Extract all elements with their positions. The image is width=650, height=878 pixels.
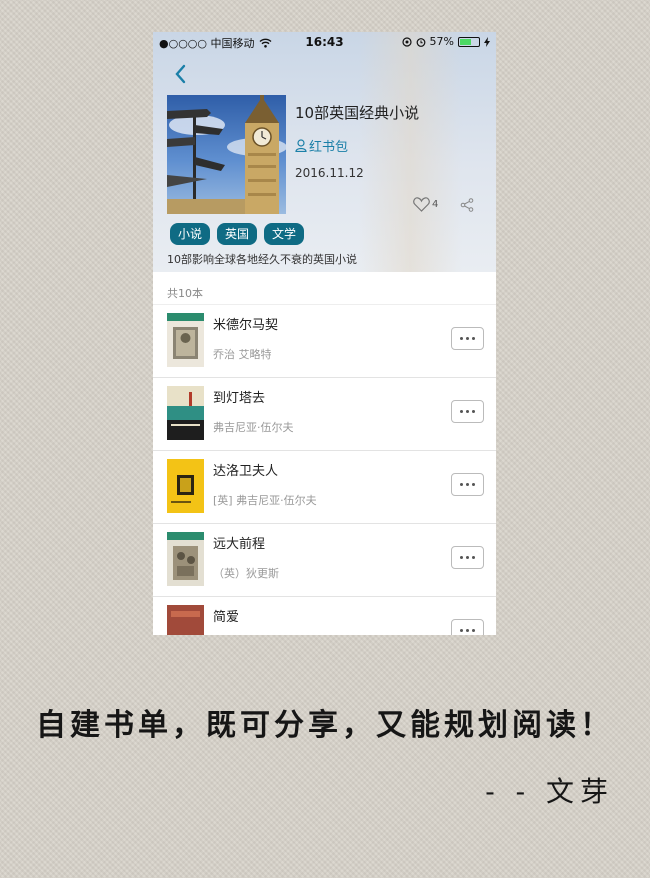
more-dot-icon: [466, 556, 469, 559]
tag-literature[interactable]: 文学: [264, 223, 305, 245]
more-dot-icon: [472, 483, 475, 486]
like-button[interactable]: 4: [413, 197, 438, 212]
phone-screen: ●○○○○ 中国移动 16:43 57% 10部英国经典小说 红书包 2016.…: [153, 32, 496, 635]
more-options-button[interactable]: [451, 327, 484, 350]
promo-caption: 自建书单，既可分享，又能规划阅读！: [36, 708, 614, 743]
booklist-cover-image: [167, 95, 286, 214]
battery-percent: 57%: [429, 35, 454, 48]
more-dot-icon: [460, 483, 463, 486]
book-list: 米德尔马契 乔治 艾略特 到灯塔去 弗吉尼亚·伍尔夫 达洛卫夫人 [英] 弗吉尼…: [153, 305, 496, 635]
tag-list: 小说 英国 文学: [170, 223, 305, 245]
list-item[interactable]: 达洛卫夫人 [英] 弗吉尼亚·伍尔夫: [153, 451, 496, 524]
list-item[interactable]: 远大前程 （英）狄更斯: [153, 524, 496, 597]
status-bar: ●○○○○ 中国移动 16:43 57%: [153, 32, 496, 52]
more-options-button[interactable]: [451, 473, 484, 496]
more-dot-icon: [472, 337, 475, 340]
list-item[interactable]: 米德尔马契 乔治 艾略特: [153, 305, 496, 378]
heart-icon: [413, 197, 430, 212]
more-dot-icon: [460, 629, 463, 632]
more-dot-icon: [472, 629, 475, 632]
book-count: 共10本: [167, 287, 203, 300]
book-cover: [167, 313, 204, 367]
charging-icon: [484, 36, 490, 47]
created-date: 2016.11.12: [295, 166, 364, 180]
book-author: 弗吉尼亚·伍尔夫: [213, 421, 294, 434]
more-options-button[interactable]: [451, 619, 484, 635]
more-dot-icon: [466, 629, 469, 632]
tag-britain[interactable]: 英国: [217, 223, 258, 245]
book-title: 达洛卫夫人: [213, 464, 279, 479]
more-dot-icon: [466, 337, 469, 340]
more-options-button[interactable]: [451, 546, 484, 569]
book-count-bar: 共10本: [153, 278, 496, 305]
share-icon: [460, 198, 474, 212]
like-count: 4: [432, 199, 439, 210]
book-cover: [167, 386, 204, 440]
status-bar-right: 57%: [401, 35, 490, 48]
list-item[interactable]: 到灯塔去 弗吉尼亚·伍尔夫: [153, 378, 496, 451]
book-author: 乔治 艾略特: [213, 348, 272, 361]
chevron-left-icon: [175, 64, 186, 84]
more-dot-icon: [472, 410, 475, 413]
promo-signature: - - 文芽: [485, 775, 614, 808]
book-title: 到灯塔去: [213, 391, 266, 406]
more-dot-icon: [466, 410, 469, 413]
more-dot-icon: [460, 556, 463, 559]
list-item[interactable]: 简爱: [153, 597, 496, 635]
book-title: 简爱: [213, 610, 240, 625]
booklist-description: 10部影响全球各地经久不衰的英国小说: [167, 253, 357, 266]
book-title: 远大前程: [213, 537, 266, 552]
book-cover: [167, 605, 204, 635]
location-lock-icon: [401, 36, 412, 47]
big-ben-image: [167, 95, 286, 214]
more-dot-icon: [460, 410, 463, 413]
book-author: （英）狄更斯: [213, 567, 279, 580]
user-icon: [295, 139, 307, 152]
share-button[interactable]: [460, 197, 474, 216]
battery-icon: [458, 36, 480, 47]
alarm-icon: [416, 37, 425, 47]
book-author: [英] 弗吉尼亚·伍尔夫: [213, 494, 317, 507]
book-cover: [167, 459, 204, 513]
more-dot-icon: [472, 556, 475, 559]
more-dot-icon: [466, 483, 469, 486]
book-title: 米德尔马契: [213, 318, 279, 333]
book-cover: [167, 532, 204, 586]
author-name: 红书包: [309, 140, 349, 155]
more-dot-icon: [460, 337, 463, 340]
back-button[interactable]: [171, 62, 191, 86]
author-link[interactable]: 红书包: [295, 136, 348, 155]
tag-novel[interactable]: 小说: [170, 223, 211, 245]
more-options-button[interactable]: [451, 400, 484, 423]
booklist-title: 10部英国经典小说: [295, 104, 420, 122]
battery-level: [460, 38, 472, 45]
